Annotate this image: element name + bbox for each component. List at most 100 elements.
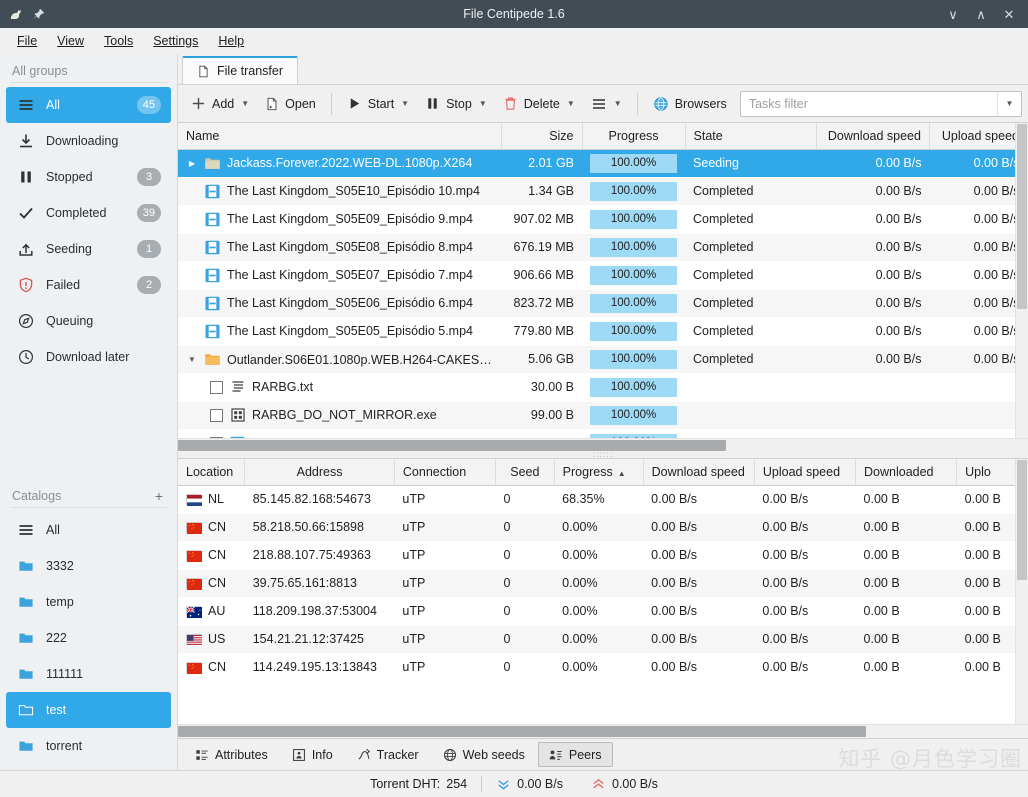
detail-tab-web-seeds[interactable]: Web seeds (432, 742, 536, 767)
task-name-cell[interactable]: ✓outlander.s06e01.1080p.web.h264-ca⋯ (178, 429, 501, 438)
tasks-filter-chevron-down-icon[interactable]: ▼ (997, 91, 1021, 116)
peers-vertical-scrollbar[interactable] (1015, 459, 1028, 724)
task-name-cell[interactable]: RARBG_DO_NOT_MIRROR.exe (178, 401, 502, 429)
chevron-down-icon[interactable]: ▼ (478, 99, 487, 108)
detail-tab-info[interactable]: Info (281, 742, 344, 767)
minimize-button[interactable]: ∨ (940, 2, 966, 26)
table-row[interactable]: RARBG.txt 30.00 B 100.00% (178, 373, 1028, 401)
pin-icon[interactable] (32, 7, 46, 21)
menu-file[interactable]: File (8, 31, 46, 51)
table-row[interactable]: The Last Kingdom_S05E05_Episódio 5.mp4 77… (178, 317, 1028, 345)
table-row[interactable]: RARBG_DO_NOT_MIRROR.exe 99.00 B 100.00% (178, 401, 1028, 429)
table-row[interactable]: CN 39.75.65.161:8813 uTP 0 0.00% 0.00 B/s 0.00… (178, 569, 1028, 597)
task-name-cell[interactable]: The Last Kingdom_S05E05_Episódio 5.mp4 (178, 317, 501, 345)
start-button[interactable]: Start ▼ (340, 90, 416, 118)
task-name-cell[interactable]: ▼ Outlander.S06E01.1080p.WEB.H264-CAKES[r… (178, 345, 502, 373)
table-row[interactable]: The Last Kingdom_S05E09_Episódio 9.mp4 90… (178, 205, 1028, 233)
tasks-column-header[interactable]: Upload speed (929, 123, 1028, 150)
peers-column-header[interactable]: Progress ▲ (554, 459, 644, 486)
table-row[interactable]: The Last Kingdom_S05E08_Episódio 8.mp4 67… (178, 233, 1028, 261)
stop-button[interactable]: Stop ▼ (418, 90, 494, 118)
tab-file-transfer[interactable]: File transfer (182, 56, 298, 84)
tasks-column-header[interactable]: State (685, 123, 817, 150)
peers-column-header[interactable]: Connection (394, 459, 497, 486)
maximize-button[interactable]: ∧ (968, 2, 994, 26)
tasks-vertical-scrollbar[interactable] (1015, 123, 1028, 438)
chevron-down-icon[interactable]: ▼ (613, 99, 622, 108)
peers-column-header[interactable]: Download speed (643, 459, 755, 486)
menu-tools[interactable]: Tools (95, 31, 142, 51)
sidebar-item-completed[interactable]: Completed 39 (6, 195, 171, 231)
tasks-horizontal-scrollbar[interactable] (178, 438, 1028, 452)
add-button[interactable]: Add ▼ (184, 90, 256, 118)
table-row[interactable]: CN 218.88.107.75:49363 uTP 0 0.00% 0.00 B/s 0.… (178, 541, 1028, 569)
expand-arrow-icon[interactable]: ▶ (186, 159, 198, 168)
tasks-column-header[interactable]: Name (178, 123, 502, 150)
sidebar-item-torrent[interactable]: torrent (6, 728, 171, 764)
table-row[interactable]: CN 114.249.195.13:13843 uTP 0 0.00% 0.00 B/s 0… (178, 653, 1028, 681)
tasks-vertical-scroll-thumb[interactable] (1017, 124, 1027, 309)
table-row[interactable]: The Last Kingdom_S05E10_Episódio 10.mp4 1… (178, 177, 1028, 205)
sidebar-item-stopped[interactable]: Stopped 3 (6, 159, 171, 195)
table-row[interactable]: The Last Kingdom_S05E07_Episódio 7.mp4 90… (178, 261, 1028, 289)
task-name-cell[interactable]: The Last Kingdom_S05E08_Episódio 8.mp4 (178, 233, 502, 261)
sidebar-item-3332[interactable]: 3332 (6, 548, 171, 584)
tasks-horizontal-scroll-thumb[interactable] (178, 440, 726, 451)
add-catalog-button[interactable]: + (153, 489, 165, 503)
sidebar-item-111111[interactable]: 111111 (6, 656, 171, 692)
peers-column-header[interactable]: Address (244, 459, 395, 486)
detail-tab-tracker[interactable]: Tracker (346, 742, 430, 767)
task-name-cell[interactable]: The Last Kingdom_S05E09_Episódio 9.mp4 (178, 205, 501, 233)
close-button[interactable]: ✕ (996, 2, 1022, 26)
menu-view[interactable]: View (48, 31, 93, 51)
detail-tab-peers[interactable]: Peers (537, 742, 613, 767)
open-button[interactable]: Open (258, 90, 323, 118)
table-row[interactable]: CN 58.218.50.66:15898 uTP 0 0.00% 0.00 B/s 0.0… (178, 513, 1028, 541)
sidebar-item-222[interactable]: 222 (6, 620, 171, 656)
chevron-down-icon[interactable]: ▼ (566, 99, 575, 108)
menu-settings[interactable]: Settings (144, 31, 207, 51)
sidebar-item-seeding[interactable]: Seeding 1 (6, 231, 171, 267)
task-name-cell[interactable]: The Last Kingdom_S05E10_Episódio 10.mp4 (178, 177, 502, 205)
sidebar-item-all[interactable]: All 45 (6, 87, 171, 123)
table-row[interactable]: NL 85.145.82.168:54673 uTP 0 68.35% 0.00 B/s 0… (178, 485, 1028, 513)
chevron-down-icon[interactable]: ▼ (240, 99, 249, 108)
table-row[interactable]: The Last Kingdom_S05E06_Episódio 6.mp4 82… (178, 289, 1028, 317)
table-row[interactable]: US 154.21.21.12:37425 uTP 0 0.00% 0.00 B/s 0.0… (178, 625, 1028, 653)
table-row[interactable]: ▼ Outlander.S06E01.1080p.WEB.H264-CAKES[r… (178, 345, 1028, 373)
detail-tab-attributes[interactable]: Attributes (184, 742, 279, 767)
sidebar-item-temp[interactable]: temp (6, 584, 171, 620)
tasks-filter[interactable]: ▼ (739, 90, 1022, 117)
peers-column-header[interactable]: Downloaded (855, 459, 958, 486)
browsers-button[interactable]: Browsers (646, 90, 734, 118)
tasks-filter-input[interactable] (740, 91, 997, 116)
menu-help[interactable]: Help (209, 31, 253, 51)
sidebar-item-all[interactable]: All (6, 512, 171, 548)
peers-column-header[interactable]: Location (178, 459, 246, 486)
task-name-cell[interactable]: RARBG.txt (178, 373, 501, 401)
table-row[interactable]: ✓outlander.s06e01.1080p.web.h264-ca⋯5.06… (178, 429, 1028, 438)
table-row[interactable]: AU 118.209.198.37:53004 uTP 0 0.00% 0.00 B/s 0… (178, 597, 1028, 625)
delete-button[interactable]: Delete ▼ (496, 90, 582, 118)
peers-horizontal-scroll-thumb[interactable] (178, 726, 866, 737)
more-menu-button[interactable]: ▼ (584, 90, 629, 118)
peers-column-header[interactable]: Seed (495, 459, 555, 486)
sidebar-item-queuing[interactable]: Queuing (6, 303, 171, 339)
file-checkbox[interactable] (210, 380, 223, 394)
table-row[interactable]: ▶ Jackass.Forever.2022.WEB-DL.1080p.X264 2… (178, 149, 1028, 177)
sidebar-item-failed[interactable]: Failed 2 (6, 267, 171, 303)
peers-column-header[interactable]: Upload speed (754, 459, 857, 486)
file-checkbox[interactable] (210, 408, 223, 422)
task-name-cell[interactable]: ▶ Jackass.Forever.2022.WEB-DL.1080p.X264 (178, 149, 502, 177)
sidebar-item-downloading[interactable]: Downloading (6, 123, 171, 159)
tasks-column-header[interactable]: Progress (582, 123, 686, 150)
collapse-arrow-icon[interactable]: ▼ (186, 355, 198, 364)
tasks-column-header[interactable]: Size (501, 123, 583, 150)
sidebar-item-download-later[interactable]: Download later (6, 339, 171, 375)
task-name-cell[interactable]: The Last Kingdom_S05E07_Episódio 7.mp4 (178, 261, 501, 289)
task-name-cell[interactable]: The Last Kingdom_S05E06_Episódio 6.mp4 (178, 289, 502, 317)
peers-horizontal-scrollbar[interactable] (178, 724, 1028, 738)
tasks-column-header[interactable]: Download speed (816, 123, 930, 150)
peers-vertical-scroll-thumb[interactable] (1017, 460, 1027, 580)
sidebar-item-test[interactable]: test (6, 692, 171, 728)
